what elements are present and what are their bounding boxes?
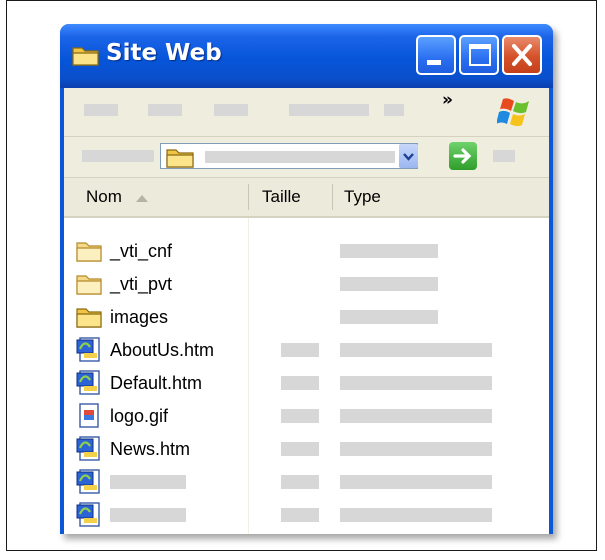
address-label: [82, 150, 154, 162]
file-type: [340, 409, 492, 423]
file-list: _vti_cnf _vti_pvt images AboutUs.htm Def…: [64, 218, 549, 534]
htm-file-icon: [76, 502, 100, 527]
sort-ascending-icon: [135, 194, 148, 202]
column-header-name[interactable]: Nom: [86, 187, 149, 207]
file-type: [340, 376, 492, 390]
list-item[interactable]: [64, 498, 549, 531]
maximize-button[interactable]: [459, 35, 499, 75]
file-type: [340, 277, 438, 291]
title-bar[interactable]: Site Web: [60, 24, 553, 88]
explorer-window: Site Web » Nom Taille Type _vti_cnf _vti…: [60, 24, 553, 534]
htm-file-icon: [76, 436, 100, 461]
htm-file-icon: [76, 469, 100, 494]
go-button[interactable]: [449, 142, 477, 170]
file-size: [281, 508, 319, 522]
address-input[interactable]: [160, 143, 418, 169]
htm-file-icon: [76, 337, 100, 362]
window-client: » Nom Taille Type _vti_cnf _vti_pvt imag…: [64, 88, 549, 534]
file-name: AboutUs.htm: [110, 340, 215, 360]
htm-file-icon: [76, 370, 100, 395]
arrow-right-icon: [453, 148, 472, 164]
list-item[interactable]: Default.htm: [64, 366, 549, 399]
file-size: [281, 343, 319, 357]
list-item[interactable]: [64, 465, 549, 498]
address-bar: [64, 137, 549, 178]
maximize-icon: [469, 44, 491, 66]
toolbar-button[interactable]: [384, 104, 404, 116]
toolbar-button[interactable]: [289, 104, 369, 116]
file-type: [340, 310, 438, 324]
list-item[interactable]: _vti_cnf: [64, 234, 549, 267]
chevron-down-icon: [403, 153, 414, 161]
details-header: Nom Taille Type: [64, 178, 549, 218]
file-type: [340, 508, 492, 522]
toolbar-button[interactable]: [214, 104, 248, 116]
list-item[interactable]: _vti_pvt: [64, 267, 549, 300]
file-name: Default.htm: [110, 373, 203, 393]
file-size: [281, 442, 319, 456]
file-name-redacted: [110, 508, 186, 522]
column-divider[interactable]: [332, 184, 333, 210]
file-type: [340, 442, 492, 456]
list-item[interactable]: logo.gif: [64, 399, 549, 432]
column-name-label: Nom: [86, 187, 122, 206]
file-name: images: [110, 307, 169, 327]
folder-icon: [76, 275, 102, 295]
list-item[interactable]: AboutUs.htm: [64, 333, 549, 366]
file-size: [281, 409, 319, 423]
column-divider[interactable]: [248, 184, 249, 210]
toolbar-button[interactable]: [84, 104, 118, 116]
file-name-redacted: [110, 475, 186, 489]
file-type: [340, 475, 492, 489]
list-item[interactable]: News.htm: [64, 432, 549, 465]
folder-icon: [166, 149, 194, 168]
address-value: [205, 151, 395, 163]
window-title: Site Web: [106, 40, 222, 66]
file-name: _vti_pvt: [110, 274, 173, 294]
gif-file-icon: [79, 403, 99, 428]
file-name: News.htm: [110, 439, 191, 459]
file-name: _vti_cnf: [110, 241, 173, 261]
minimize-icon: [427, 60, 441, 65]
column-header-type[interactable]: Type: [344, 187, 381, 207]
file-type: [340, 244, 438, 258]
toolbar-button[interactable]: [148, 104, 182, 116]
address-dropdown-button[interactable]: [399, 144, 418, 168]
close-button[interactable]: [502, 35, 542, 75]
folder-icon: [72, 47, 99, 66]
column-header-size[interactable]: Taille: [262, 187, 301, 207]
minimize-button[interactable]: [416, 35, 456, 75]
column-divider-line: [248, 218, 249, 534]
folder-icon: [76, 308, 102, 328]
file-type: [340, 343, 492, 357]
file-size: [281, 475, 319, 489]
toolbar-overflow-chevron[interactable]: »: [442, 90, 453, 110]
file-size: [281, 376, 319, 390]
windows-logo-icon: [497, 98, 529, 127]
list-item[interactable]: images: [64, 300, 549, 333]
standard-toolbar: »: [64, 88, 549, 137]
folder-icon: [76, 242, 102, 262]
file-name: logo.gif: [110, 406, 169, 426]
close-icon: [512, 44, 532, 66]
go-label: [493, 150, 515, 162]
